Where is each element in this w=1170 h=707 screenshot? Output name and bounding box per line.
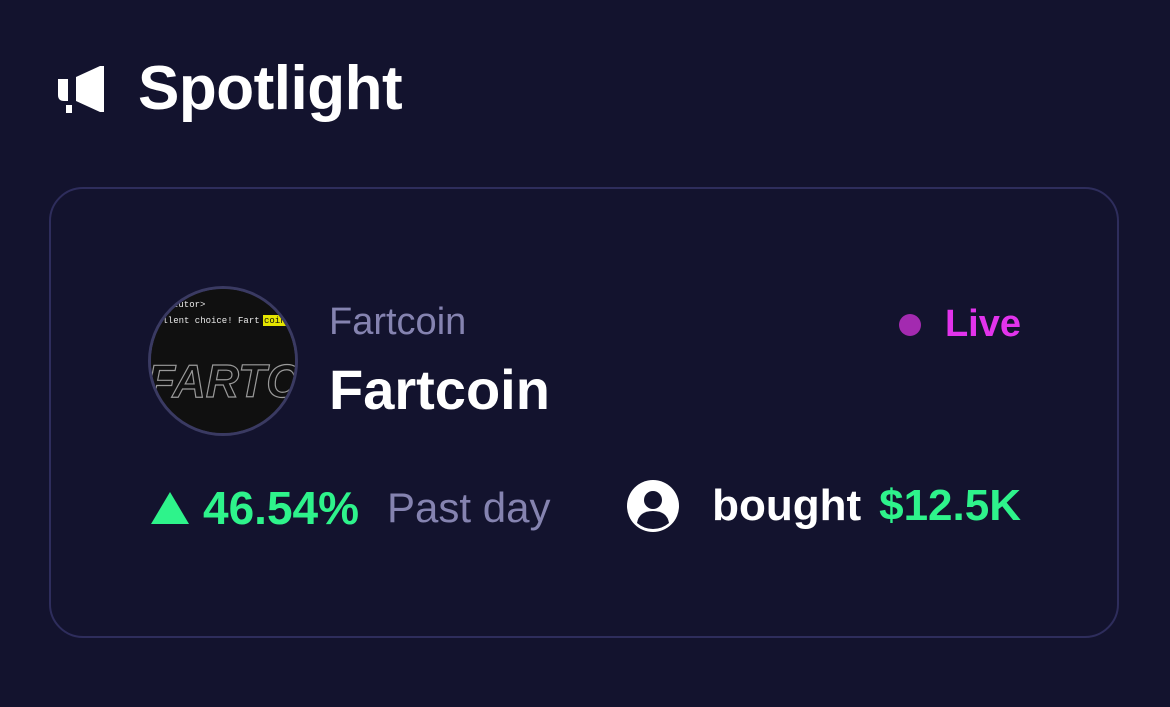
live-status-text: Live (944, 303, 1021, 345)
bought-amount: $12.5K (879, 481, 1021, 530)
triangle-up-icon (151, 492, 189, 524)
live-dot-icon (898, 313, 921, 336)
user-icon (627, 480, 680, 532)
bought-info: bought $12.5K (626, 479, 1021, 533)
coin-avatar[interactable]: tutor> ellent choice! Fart coin FARTC (148, 286, 298, 436)
coin-name[interactable]: Fartcoin (329, 357, 550, 422)
spotlight-card[interactable]: tutor> ellent choice! Fart coin FARTC Fa… (49, 187, 1119, 638)
price-change: 46.54% Past day (151, 481, 550, 535)
coin-avatar-image: tutor> ellent choice! Fart coin FARTC (151, 289, 295, 433)
price-change-value: 46.54% (203, 482, 360, 534)
avatar-line-2: ellent choice! Fart (157, 316, 260, 326)
price-change-period: Past day (387, 484, 551, 531)
section-title: Spotlight (138, 54, 403, 123)
avatar-line-1: tutor> (173, 300, 205, 310)
spotlight-header: Spotlight (54, 54, 403, 123)
live-status-badge: Live (898, 303, 1021, 346)
avatar-logo-text: FARTC (151, 355, 295, 407)
megaphone-icon (58, 66, 104, 113)
coin-subtitle: Fartcoin (329, 301, 467, 343)
bought-label: bought (712, 481, 862, 530)
avatar-highlight-text: coin (264, 316, 286, 326)
